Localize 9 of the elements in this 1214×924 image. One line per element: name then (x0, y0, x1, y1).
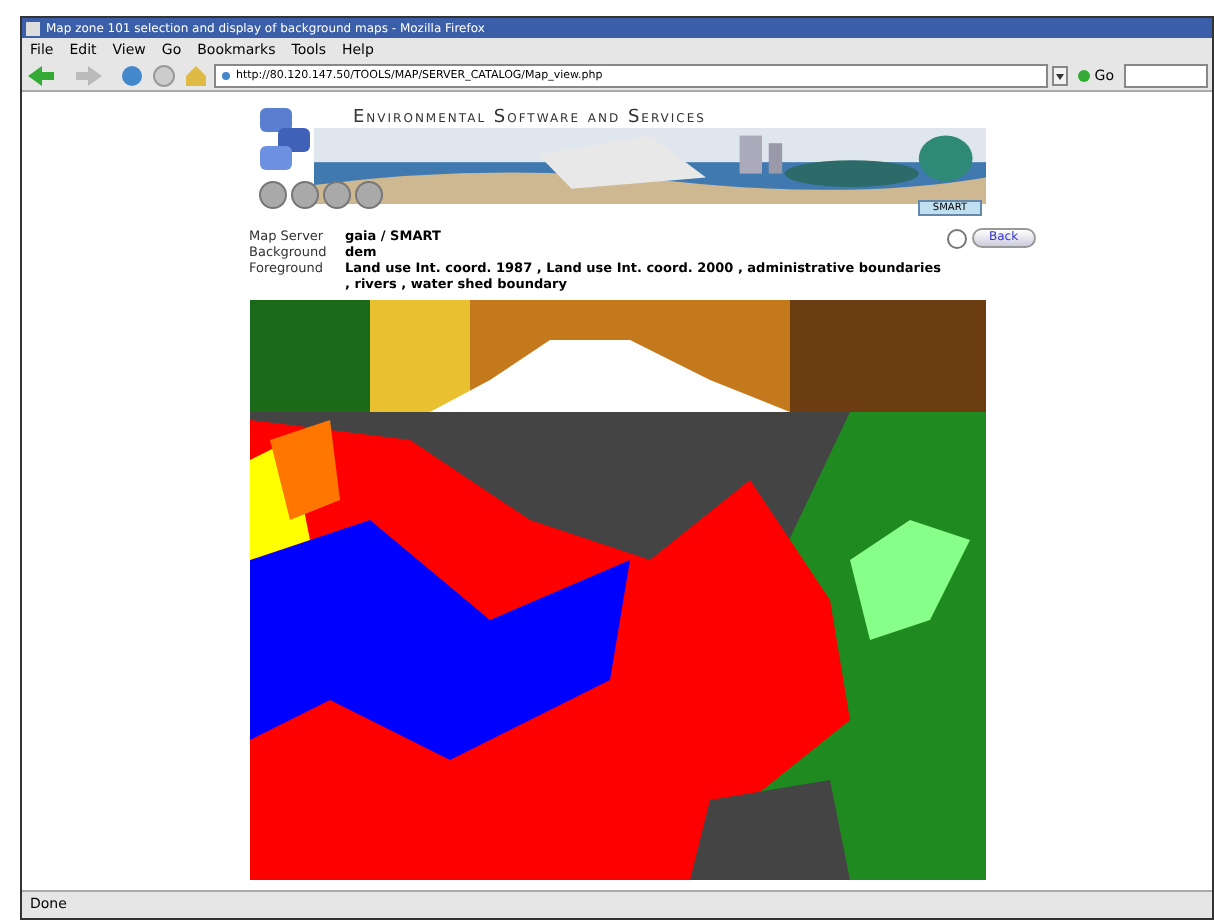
banner-title: Environmental Software and Services (353, 108, 706, 128)
window-menu-icon[interactable] (26, 21, 40, 35)
round-icon[interactable] (257, 180, 287, 210)
dropdown-button[interactable] (1052, 66, 1069, 86)
search-field[interactable] (1124, 64, 1208, 88)
stop-icon[interactable] (150, 62, 178, 90)
round-icon[interactable] (289, 180, 319, 210)
help-icon[interactable] (945, 228, 967, 250)
reload-icon[interactable] (118, 62, 146, 90)
